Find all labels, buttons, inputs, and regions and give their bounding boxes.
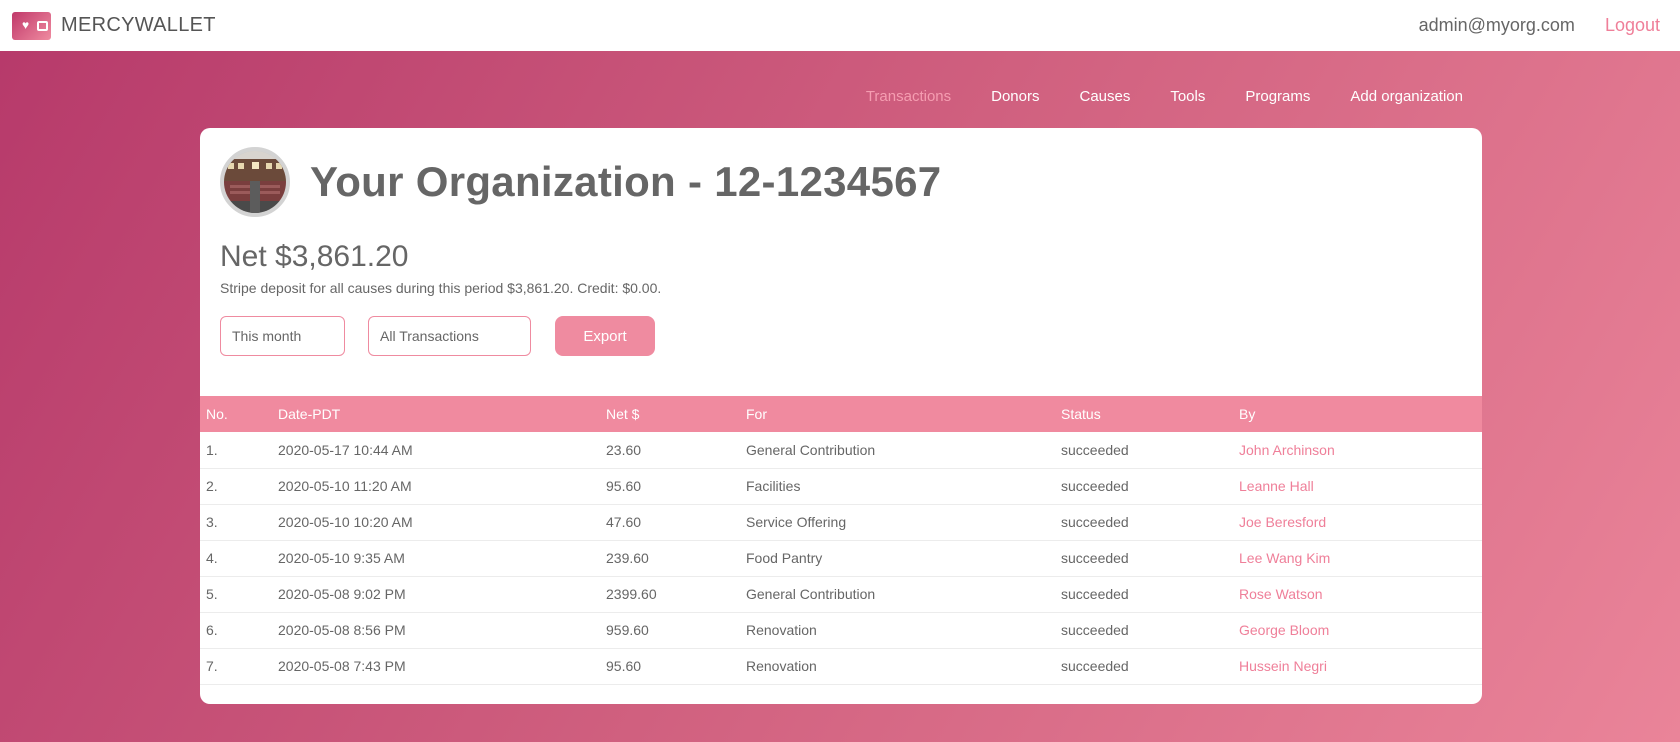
cell-net: 95.60 [606, 658, 642, 674]
cell-net: 2399.60 [606, 586, 657, 602]
nav-programs[interactable]: Programs [1245, 88, 1310, 105]
table-row[interactable]: 3. 2020-05-10 10:20 AM 47.60 Service Off… [200, 504, 1482, 540]
transactions-table: No. Date-PDT Net $ For Status By 1. 2020… [200, 396, 1482, 685]
cell-by-link[interactable]: Leanne Hall [1233, 468, 1482, 504]
cell-for: Renovation [746, 658, 817, 674]
cell-status: succeeded [1061, 550, 1129, 566]
cell-for: General Contribution [746, 586, 876, 602]
transactions-card: Your Organization - 12-1234567 Net $3,86… [200, 128, 1482, 704]
cell-status: succeeded [1061, 514, 1129, 530]
table-row[interactable]: 1. 2020-05-17 10:44 AM 23.60 General Con… [200, 432, 1482, 468]
logout-link[interactable]: Logout [1605, 15, 1660, 36]
nav-tools[interactable]: Tools [1170, 88, 1205, 105]
cell-date: 2020-05-08 9:02 PM [278, 586, 406, 602]
table-row[interactable]: 6. 2020-05-08 8:56 PM 959.60 Renovation … [200, 612, 1482, 648]
cell-net: 23.60 [606, 441, 642, 458]
cell-for: Service Offering [746, 514, 847, 530]
org-header: Your Organization - 12-1234567 [220, 147, 941, 217]
column-header-status[interactable]: Status [1055, 396, 1233, 432]
cell-by-link[interactable]: Joe Beresford [1233, 504, 1482, 540]
cell-date: 2020-05-17 10:44 AM [278, 441, 413, 458]
cell-net: 959.60 [606, 622, 649, 638]
wallet-clasp-icon [37, 20, 48, 31]
cell-for: Facilities [746, 478, 801, 494]
cell-status: succeeded [1061, 658, 1129, 674]
cell-for: Food Pantry [746, 550, 823, 566]
table-row[interactable]: 2. 2020-05-10 11:20 AM 95.60 Facilities … [200, 468, 1482, 504]
column-header-by[interactable]: By [1233, 396, 1482, 432]
filters-bar: This month All Transactions Export [220, 316, 655, 356]
wallet-heart-icon: ♥ [12, 11, 51, 40]
cell-date: 2020-05-10 10:20 AM [278, 514, 413, 530]
main-nav: Transactions Donors Causes Tools Program… [826, 88, 1463, 105]
table-row[interactable]: 5. 2020-05-08 9:02 PM 2399.60 General Co… [200, 576, 1482, 612]
deposit-summary: Stripe deposit for all causes during thi… [220, 280, 662, 296]
cell-no: 1. [206, 441, 218, 458]
cell-status: succeeded [1061, 622, 1129, 638]
table-row[interactable]: 4. 2020-05-10 9:35 AM 239.60 Food Pantry… [200, 540, 1482, 576]
cell-for: Renovation [746, 622, 817, 638]
cell-date: 2020-05-10 11:20 AM [278, 478, 412, 494]
cell-net: 95.60 [606, 478, 642, 494]
cell-date: 2020-05-08 8:56 PM [278, 622, 406, 638]
page-title: Your Organization - 12-1234567 [310, 158, 942, 205]
brand-name: MERCYWALLET [61, 14, 216, 36]
column-header-net[interactable]: Net $ [600, 396, 740, 432]
cell-no: 6. [206, 622, 218, 638]
net-amount: Net $3,861.20 [220, 240, 409, 273]
organization-photo-image [224, 151, 286, 213]
cell-by-link[interactable]: Rose Watson [1233, 576, 1482, 612]
column-header-for[interactable]: For [740, 396, 1055, 432]
nav-transactions[interactable]: Transactions [866, 88, 951, 105]
cell-by-link[interactable]: Hussein Negri [1233, 648, 1482, 684]
cell-no: 3. [206, 514, 218, 530]
column-header-date[interactable]: Date-PDT [272, 396, 600, 432]
cell-by-link[interactable]: John Archinson [1233, 432, 1482, 468]
cell-by-link[interactable]: George Bloom [1233, 612, 1482, 648]
nav-causes[interactable]: Causes [1079, 88, 1130, 105]
user-menu: admin@myorg.com Logout [1419, 15, 1660, 36]
cell-date: 2020-05-10 9:35 AM [278, 550, 405, 566]
export-button[interactable]: Export [555, 316, 655, 356]
period-select[interactable]: This month [220, 316, 345, 356]
cell-status: succeeded [1061, 441, 1129, 458]
cell-net: 239.60 [606, 550, 649, 566]
user-email: admin@myorg.com [1418, 15, 1575, 35]
column-header-no[interactable]: No. [200, 396, 272, 432]
nav-donors[interactable]: Donors [991, 88, 1039, 105]
table-row[interactable]: 7. 2020-05-08 7:43 PM 95.60 Renovation s… [200, 648, 1482, 684]
cell-by-link[interactable]: Lee Wang Kim [1233, 540, 1482, 576]
nav-add-organization[interactable]: Add organization [1350, 88, 1463, 105]
cell-date: 2020-05-08 7:43 PM [278, 658, 406, 674]
cell-no: 5. [206, 586, 218, 602]
cell-no: 2. [206, 478, 218, 494]
top-bar: ♥ MERCYWALLET admin@myorg.com Logout [0, 0, 1680, 51]
heart-icon: ♥ [22, 17, 30, 32]
cell-no: 4. [206, 550, 218, 566]
brand[interactable]: ♥ MERCYWALLET [12, 11, 216, 40]
cell-no: 7. [206, 658, 218, 674]
cell-net: 47.60 [606, 514, 642, 530]
cell-status: succeeded [1061, 478, 1129, 494]
organization-photo [220, 147, 290, 217]
cell-status: succeeded [1061, 586, 1129, 602]
cell-for: General Contribution [746, 441, 876, 458]
table-header-row: No. Date-PDT Net $ For Status By [200, 396, 1482, 432]
transaction-type-select[interactable]: All Transactions [368, 316, 531, 356]
